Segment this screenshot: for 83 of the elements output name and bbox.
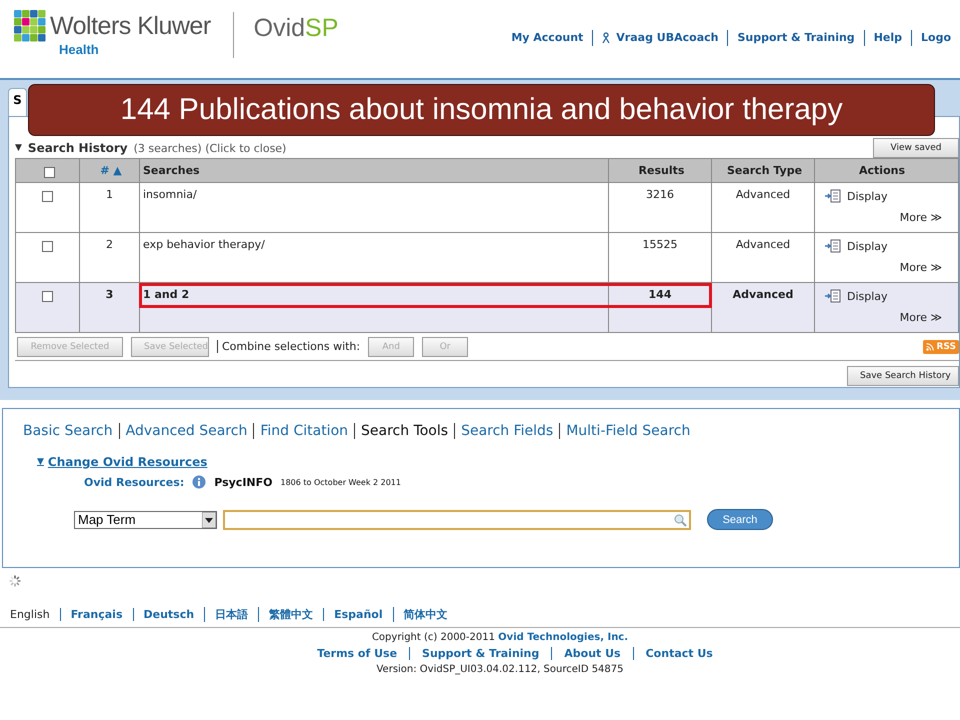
feed-icon <box>926 342 934 350</box>
document-icon <box>825 189 841 203</box>
nav-link[interactable]: Vraag UBAcoach <box>592 30 728 46</box>
display-link[interactable]: Display <box>825 289 942 303</box>
division-name: Health <box>59 42 100 57</box>
search-icon <box>673 512 687 526</box>
language-link[interactable]: English <box>10 608 60 620</box>
nav-link[interactable]: Support & Training <box>727 30 864 46</box>
info-icon[interactable] <box>192 475 206 489</box>
checkbox[interactable] <box>42 291 53 302</box>
table-cell: 1 <box>79 183 139 232</box>
table-cell: 1 and 2 <box>139 283 608 332</box>
collapse-icon[interactable]: ▼ <box>15 143 22 153</box>
collapse-icon[interactable]: ▼ <box>37 457 44 467</box>
copyright-text: Copyright (c) 2000-2011 Ovid Technologies, Inc. <box>372 632 628 643</box>
column-header: Results <box>608 159 711 182</box>
column-header: Search Type <box>711 159 814 182</box>
history-row[interactable]: 2 exp behavior therapy/ 15525 Advanced Display More ≫ <box>15 233 959 283</box>
display-link[interactable]: Display <box>825 239 942 253</box>
document-icon <box>825 289 841 303</box>
change-resources-text[interactable]: Change Ovid Resources <box>48 455 208 469</box>
nav-link[interactable]: Logo <box>911 30 960 46</box>
panel-subtitle[interactable]: (3 searches) (Click to close) <box>134 142 286 154</box>
panel-title: Search History <box>28 141 128 155</box>
loading-icon <box>8 574 22 588</box>
nav-link[interactable]: My Account <box>502 30 592 46</box>
logo-icon <box>14 10 46 42</box>
save-history-button[interactable]: Save Search History <box>847 366 959 386</box>
version-text: Version: OvidSP_UI03.04.02.112, SourceID 54875 <box>376 664 624 675</box>
checkbox[interactable] <box>42 191 53 202</box>
company-link[interactable]: Ovid Technologies, Inc. <box>498 632 628 643</box>
search-tab[interactable]: Advanced Search <box>118 423 254 439</box>
checkbox[interactable] <box>42 241 53 252</box>
search-tab[interactable]: Search Tools <box>354 423 454 439</box>
search-tab[interactable]: Basic Search <box>23 423 119 439</box>
document-icon <box>825 239 841 253</box>
table-cell: Advanced <box>711 183 814 232</box>
caption-banner: 144 Publications about insomnia and behavior therapy <box>28 84 935 136</box>
footer-link[interactable]: Terms of Use <box>305 647 410 660</box>
nav-link[interactable]: Help <box>864 30 911 46</box>
column-header[interactable]: # ▲ <box>79 159 139 182</box>
more-link[interactable]: More ≫ <box>900 311 942 324</box>
table-cell: Advanced <box>711 283 814 332</box>
search-button[interactable]: Search <box>707 509 773 530</box>
tab[interactable]: S <box>8 88 27 116</box>
column-header: Searches <box>139 159 608 182</box>
combine-label: Combine selections with: <box>217 340 360 353</box>
view-saved-button[interactable]: View saved <box>873 138 959 158</box>
language-link[interactable]: Español <box>323 608 393 620</box>
table-cell: exp behavior therapy/ <box>139 233 608 282</box>
language-link[interactable]: 简体中文 <box>392 606 458 622</box>
language-link[interactable]: Français <box>60 608 132 620</box>
column-header: Actions <box>814 159 946 182</box>
table-cell: 2 <box>79 233 139 282</box>
footer-link[interactable]: Contact Us <box>632 647 725 660</box>
table-cell: Advanced <box>711 233 814 282</box>
footer-link[interactable]: About Us <box>551 647 633 660</box>
dropdown-icon <box>202 512 216 528</box>
search-field[interactable] <box>223 510 691 530</box>
database-name: PsycINFO <box>214 476 272 488</box>
language-link[interactable]: 日本語 <box>204 606 258 622</box>
table-cell: 15525 <box>608 233 711 282</box>
resources-label: Ovid Resources: <box>84 476 184 488</box>
history-row[interactable]: 3 1 and 2 144 Advanced Display More ≫ <box>15 283 959 333</box>
table-cell: 144 <box>608 283 711 332</box>
person-icon <box>602 32 612 44</box>
language-link[interactable]: Deutsch <box>132 608 204 620</box>
search-tab[interactable]: Search Fields <box>454 423 560 439</box>
product-name: OvidSP <box>254 14 338 43</box>
table-cell: 3 <box>79 283 139 332</box>
brand-name: Wolters Kluwer <box>50 12 211 40</box>
checkbox[interactable] <box>44 166 54 178</box>
table-cell: 3216 <box>608 183 711 232</box>
field-type-select[interactable]: Map Term <box>74 510 217 528</box>
language-link[interactable]: 繁體中文 <box>258 606 324 622</box>
more-link[interactable]: More ≫ <box>900 211 942 224</box>
database-coverage: 1806 to October Week 2 2011 <box>280 478 401 486</box>
footer-link[interactable]: Support & Training <box>409 647 552 660</box>
search-tab[interactable]: Find Citation <box>253 423 354 439</box>
table-cell: insomnia/ <box>139 183 608 232</box>
display-link[interactable]: Display <box>825 189 942 203</box>
more-link[interactable]: More ≫ <box>900 261 942 274</box>
search-tab[interactable]: Multi-Field Search <box>559 423 696 439</box>
